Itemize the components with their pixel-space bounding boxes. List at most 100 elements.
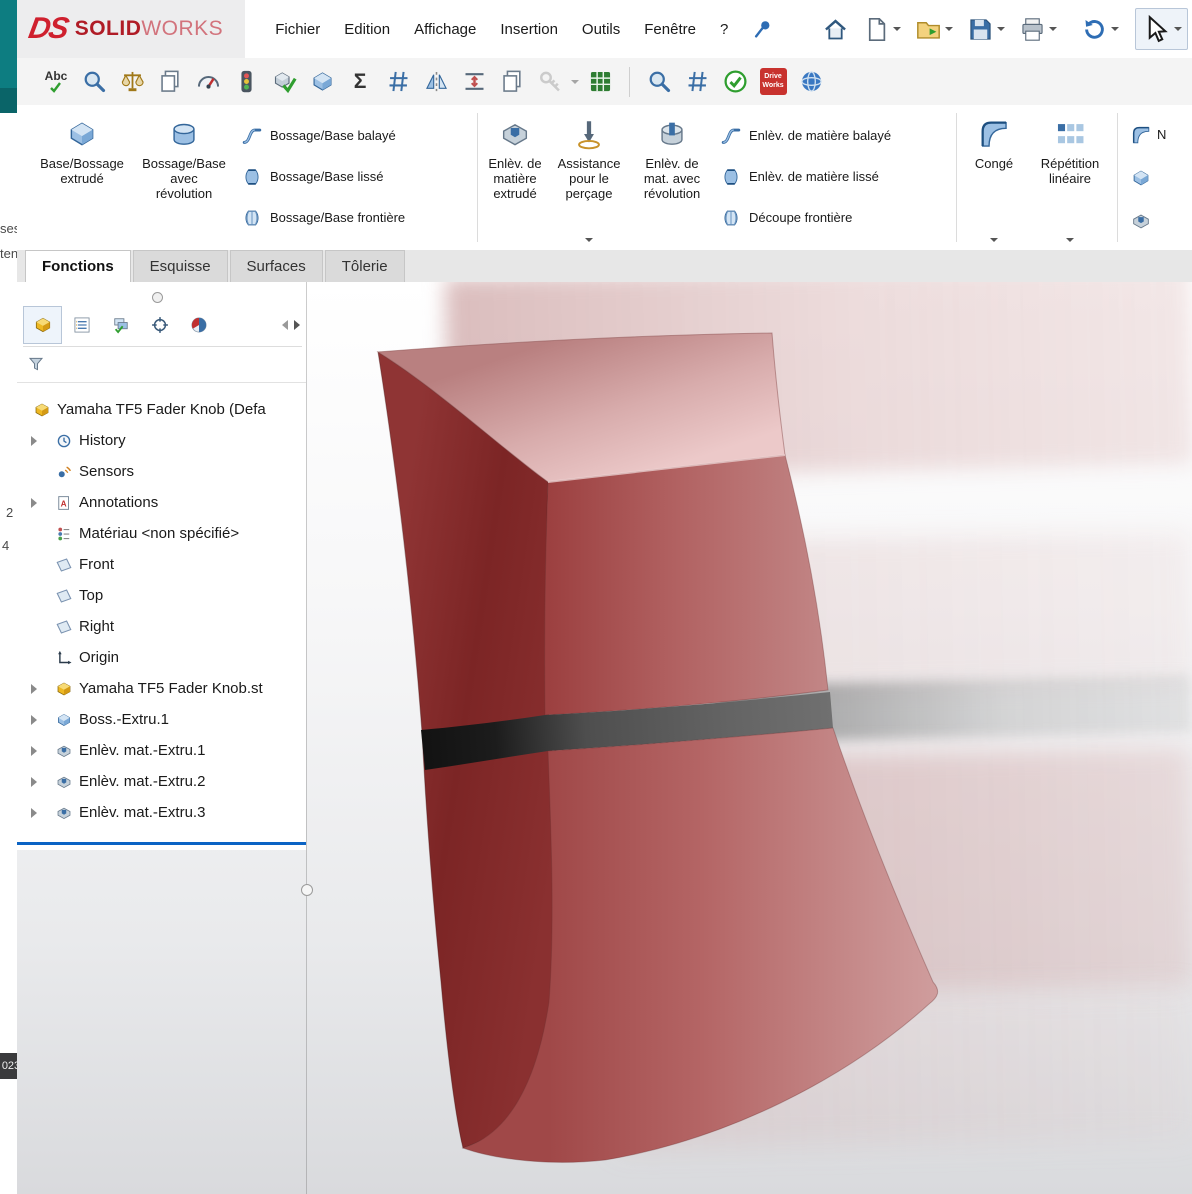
print-button[interactable] xyxy=(1013,10,1063,49)
new-document-button[interactable] xyxy=(857,10,907,49)
scroll-right-icon[interactable] xyxy=(294,320,300,330)
pin-menu-button[interactable] xyxy=(746,12,780,46)
tab-esquisse[interactable]: Esquisse xyxy=(132,250,228,282)
tree-item-root[interactable]: Yamaha TF5 Fader Knob (Defa xyxy=(17,394,306,425)
ribbon-boundary-boss-button[interactable]: Bossage/Base frontière xyxy=(241,207,473,229)
tab-propertymanager[interactable] xyxy=(62,306,101,344)
ribbon-revolved-cut-button[interactable]: Enlèv. de mat. avec révolution xyxy=(630,105,714,250)
expand-arrow-icon[interactable] xyxy=(31,714,49,725)
tree-item-front-plane[interactable]: Front xyxy=(17,549,306,580)
ribbon-boundary-cut-button[interactable]: Découpe frontière xyxy=(720,207,952,229)
dropdown-caret-icon[interactable] xyxy=(893,27,901,31)
panel-splitter[interactable] xyxy=(306,282,307,1194)
tree-item-boss-extrude-1[interactable]: Boss.-Extru.1 xyxy=(17,704,306,735)
save-button[interactable] xyxy=(961,10,1011,49)
solid-check-button[interactable] xyxy=(305,64,339,100)
tab-featuremanager[interactable] xyxy=(23,306,62,344)
measure-button[interactable] xyxy=(115,64,149,100)
undo-button[interactable] xyxy=(1075,10,1125,49)
tree-item-history[interactable]: History xyxy=(17,425,306,456)
panel-side-handle[interactable] xyxy=(301,884,313,896)
compare-button[interactable] xyxy=(457,64,491,100)
menu-affichage[interactable]: Affichage xyxy=(412,17,478,42)
tab-dimxpertmanager[interactable] xyxy=(140,306,179,344)
expand-arrow-icon[interactable] xyxy=(31,435,49,446)
knob-front-upper-face[interactable] xyxy=(544,454,829,716)
verification-button[interactable] xyxy=(229,64,263,100)
tab-fonctions[interactable]: Fonctions xyxy=(25,250,131,283)
edrawings-button[interactable] xyxy=(794,64,828,100)
magnifier-button[interactable] xyxy=(77,64,111,100)
tree-item-imported-part[interactable]: Yamaha TF5 Fader Knob.st xyxy=(17,673,306,704)
expand-arrow-icon[interactable] xyxy=(31,776,49,787)
menu-insertion[interactable]: Insertion xyxy=(498,17,560,42)
ribbon-clipped-button-2[interactable] xyxy=(1130,167,1152,189)
tab-displaymanager[interactable] xyxy=(179,306,218,344)
ribbon-fillet-button[interactable]: Congé xyxy=(961,105,1027,250)
dropdown-caret-icon[interactable] xyxy=(945,27,953,31)
dropdown-caret-icon[interactable] xyxy=(1066,238,1074,242)
tree-item-cut-extrude-3[interactable]: Enlèv. mat.-Extru.3 xyxy=(17,797,306,828)
select-tool-button[interactable] xyxy=(1135,8,1188,50)
grid-system-button[interactable] xyxy=(680,64,714,100)
dropdown-caret-icon[interactable] xyxy=(997,27,1005,31)
dropdown-caret-icon[interactable] xyxy=(990,238,998,242)
menu-edition[interactable]: Edition xyxy=(342,17,392,42)
equations-button[interactable]: Σ xyxy=(343,64,377,100)
menu-fenetre[interactable]: Fenêtre xyxy=(642,17,698,42)
ribbon-lofted-boss-button[interactable]: Bossage/Base lissé xyxy=(241,166,473,188)
home-button[interactable] xyxy=(816,10,855,49)
ribbon-extruded-boss-button[interactable]: Base/Bossage extrudé xyxy=(31,105,133,250)
ribbon-button-label: Assistance pour le perçage xyxy=(557,156,621,201)
deviation-analysis-button[interactable] xyxy=(381,64,415,100)
ribbon-swept-cut-button[interactable]: Enlèv. de matière balayé xyxy=(720,125,952,147)
tree-item-sensors[interactable]: Sensors xyxy=(17,456,306,487)
expand-arrow-icon[interactable] xyxy=(31,745,49,756)
tree-item-top-plane[interactable]: Top xyxy=(17,580,306,611)
tree-item-annotations[interactable]: Annotations xyxy=(17,487,306,518)
symmetry-check-button[interactable] xyxy=(419,64,453,100)
performance-evaluation-button[interactable] xyxy=(191,64,225,100)
design-checker-button[interactable] xyxy=(642,64,676,100)
copy-settings-button[interactable] xyxy=(495,64,529,100)
open-button[interactable] xyxy=(909,10,959,49)
menu-fichier[interactable]: Fichier xyxy=(273,17,322,42)
ribbon-extruded-cut-button[interactable]: Enlèv. de matière extrudé xyxy=(482,105,548,250)
tab-surfaces[interactable]: Surfaces xyxy=(229,250,323,282)
accept-check-button[interactable] xyxy=(718,64,752,100)
dropdown-caret-icon[interactable] xyxy=(571,79,579,84)
tab-configurationmanager[interactable] xyxy=(101,306,140,344)
menu-help[interactable]: ? xyxy=(718,17,730,42)
driveworks-button[interactable]: Drive Works xyxy=(756,64,790,100)
dropdown-caret-icon[interactable] xyxy=(1049,27,1057,31)
design-table-button[interactable] xyxy=(583,64,617,100)
spell-check-button[interactable]: Abc xyxy=(39,64,73,100)
expand-arrow-icon[interactable] xyxy=(31,807,49,818)
ribbon-swept-boss-button[interactable]: Bossage/Base balayé xyxy=(241,125,473,147)
expand-arrow-icon[interactable] xyxy=(31,683,49,694)
ribbon-revolved-boss-button[interactable]: Bossage/Base avec révolution xyxy=(133,105,235,250)
section-properties-button[interactable] xyxy=(153,64,187,100)
pin-icon xyxy=(752,18,774,40)
ribbon-clipped-button-1[interactable]: N xyxy=(1130,124,1166,146)
ribbon-hole-wizard-button[interactable]: Assistance pour le perçage xyxy=(548,105,630,250)
dropdown-caret-icon[interactable] xyxy=(585,238,593,242)
tab-tolerie[interactable]: Tôlerie xyxy=(324,250,405,282)
tree-item-material[interactable]: Matériau <non spécifié> xyxy=(17,518,306,549)
expand-arrow-icon[interactable] xyxy=(31,497,49,508)
dropdown-caret-icon[interactable] xyxy=(1111,27,1119,31)
menu-outils[interactable]: Outils xyxy=(580,17,622,42)
tree-item-right-plane[interactable]: Right xyxy=(17,611,306,642)
check-geometry-button[interactable] xyxy=(267,64,301,100)
dropdown-caret-icon[interactable] xyxy=(1174,27,1182,31)
panel-top-handle[interactable] xyxy=(152,292,163,303)
tree-item-origin[interactable]: Origin xyxy=(17,642,306,673)
rollback-bar[interactable] xyxy=(17,842,306,845)
tree-item-cut-extrude-2[interactable]: Enlèv. mat.-Extru.2 xyxy=(17,766,306,797)
ribbon-lofted-cut-button[interactable]: Enlèv. de matière lissé xyxy=(720,166,952,188)
tree-filter-bar[interactable] xyxy=(17,346,306,383)
scroll-left-icon[interactable] xyxy=(282,320,288,330)
ribbon-linear-pattern-button[interactable]: Répétition linéaire xyxy=(1027,105,1113,250)
tree-item-cut-extrude-1[interactable]: Enlèv. mat.-Extru.1 xyxy=(17,735,306,766)
ribbon-clipped-button-3[interactable] xyxy=(1130,210,1152,232)
